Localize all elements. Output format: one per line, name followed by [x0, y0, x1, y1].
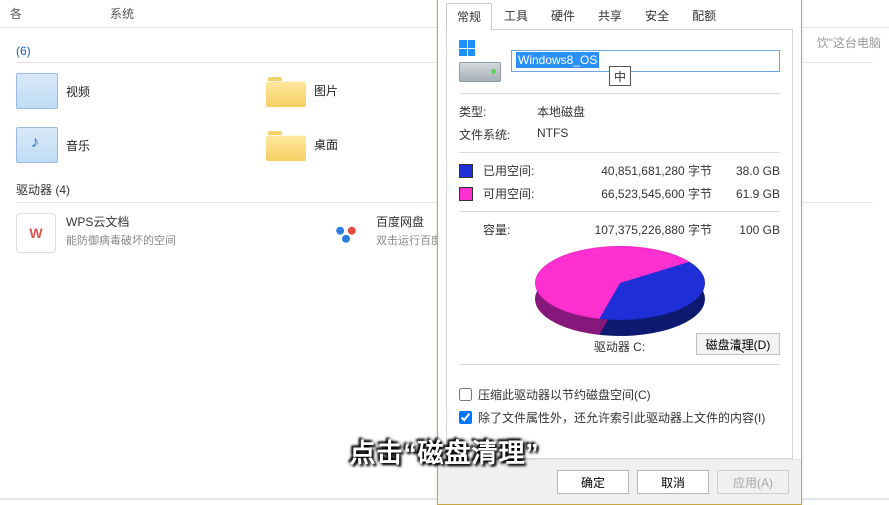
drive-c-label: 驱动器 C: — [594, 338, 645, 355]
tab-body-general: Windows8_OS 中 类型: 本地磁盘 文件系统: NTFS 已用空间: 40… — [446, 30, 793, 459]
index-checkbox[interactable] — [459, 411, 472, 424]
divider — [459, 211, 780, 212]
filesystem-value: NTFS — [537, 126, 568, 143]
index-label: 除了文件属性外，还允许索引此驱动器上文件的内容(I) — [478, 409, 765, 426]
dialog-tabs: 常规 工具 硬件 共享 安全 配额 — [446, 2, 793, 30]
capacity-gb: 100 GB — [722, 223, 780, 237]
free-color-swatch — [459, 187, 473, 201]
ime-indicator: 中 — [609, 66, 631, 86]
folder-videos[interactable]: 视频 — [16, 73, 156, 109]
search-placeholder[interactable]: 饮"这台电脑 — [817, 34, 881, 51]
drive-subtitle: 能防御病毒破坏的空间 — [66, 232, 176, 248]
folder-icon — [266, 127, 306, 161]
folder-label: 视频 — [66, 83, 90, 100]
index-checkbox-row[interactable]: 除了文件属性外，还允许索引此驱动器上文件的内容(I) — [459, 409, 780, 426]
folder-icon — [266, 73, 306, 107]
type-value: 本地磁盘 — [537, 103, 585, 120]
divider — [459, 93, 780, 94]
toolbar-section-1[interactable]: 各 — [10, 5, 110, 22]
baidu-icon — [326, 213, 366, 253]
disk-cleanup-button[interactable]: 磁盘清理(D) — [696, 333, 780, 355]
filesystem-key: 文件系统: — [459, 126, 519, 143]
capacity-key: 容量: — [483, 221, 543, 238]
wps-icon: W — [16, 213, 56, 253]
tab-tools[interactable]: 工具 — [493, 2, 539, 29]
used-bytes: 40,851,681,280 字节 — [557, 162, 712, 179]
folder-label: 音乐 — [66, 137, 90, 154]
videos-icon — [16, 73, 58, 109]
free-bytes: 66,523,545,600 字节 — [557, 185, 712, 202]
tab-hardware[interactable]: 硬件 — [540, 2, 586, 29]
cancel-button[interactable]: 取消 — [637, 470, 709, 494]
ok-button[interactable]: 确定 — [557, 470, 629, 494]
dialog-buttons: 确定 取消 应用(A) — [438, 459, 801, 504]
music-icon — [16, 127, 58, 163]
capacity-bytes: 107,375,226,880 字节 — [553, 221, 712, 238]
drive-large-icon — [459, 40, 501, 82]
folder-label: 桌面 — [314, 136, 338, 153]
compress-checkbox[interactable] — [459, 388, 472, 401]
free-key: 可用空间: — [483, 185, 547, 202]
drive-name-input[interactable]: Windows8_OS — [511, 50, 780, 72]
free-gb: 61.9 GB — [722, 187, 780, 201]
used-gb: 38.0 GB — [722, 164, 780, 178]
drive-title: WPS云文档 — [66, 213, 176, 230]
tab-quota[interactable]: 配额 — [681, 2, 727, 29]
folder-music[interactable]: 音乐 — [16, 127, 156, 163]
free-space-row: 可用空间: 66,523,545,600 字节 61.9 GB — [459, 185, 780, 202]
folder-label: 图片 — [314, 82, 338, 99]
tab-security[interactable]: 安全 — [634, 2, 680, 29]
disk-usage-pie-icon — [535, 246, 705, 336]
drive-name-input-value: Windows8_OS — [516, 52, 599, 68]
folder-desktop[interactable]: 桌面 — [266, 127, 406, 161]
toolbar-section-2[interactable]: 系统 — [110, 5, 210, 22]
used-key: 已用空间: — [483, 162, 547, 179]
pie-chart-area: 驱动器 C: 磁盘清理(D) ↖ — [459, 246, 780, 355]
tab-sharing[interactable]: 共享 — [587, 2, 633, 29]
used-color-swatch — [459, 164, 473, 178]
tab-general[interactable]: 常规 — [446, 3, 492, 30]
divider — [459, 364, 780, 365]
properties-dialog: 常规 工具 硬件 共享 安全 配额 Windows8_OS 中 类型: 本地磁盘 … — [437, 0, 802, 505]
drive-wps[interactable]: W WPS云文档 能防御病毒破坏的空间 — [16, 213, 226, 253]
divider — [459, 152, 780, 153]
compress-checkbox-row[interactable]: 压缩此驱动器以节约磁盘空间(C) — [459, 386, 780, 403]
used-space-row: 已用空间: 40,851,681,280 字节 38.0 GB — [459, 162, 780, 179]
capacity-row: 容量: 107,375,226,880 字节 100 GB — [459, 221, 780, 238]
apply-button[interactable]: 应用(A) — [717, 470, 789, 494]
compress-label: 压缩此驱动器以节约磁盘空间(C) — [478, 386, 651, 403]
type-key: 类型: — [459, 103, 519, 120]
folder-pictures[interactable]: 图片 — [266, 73, 406, 107]
